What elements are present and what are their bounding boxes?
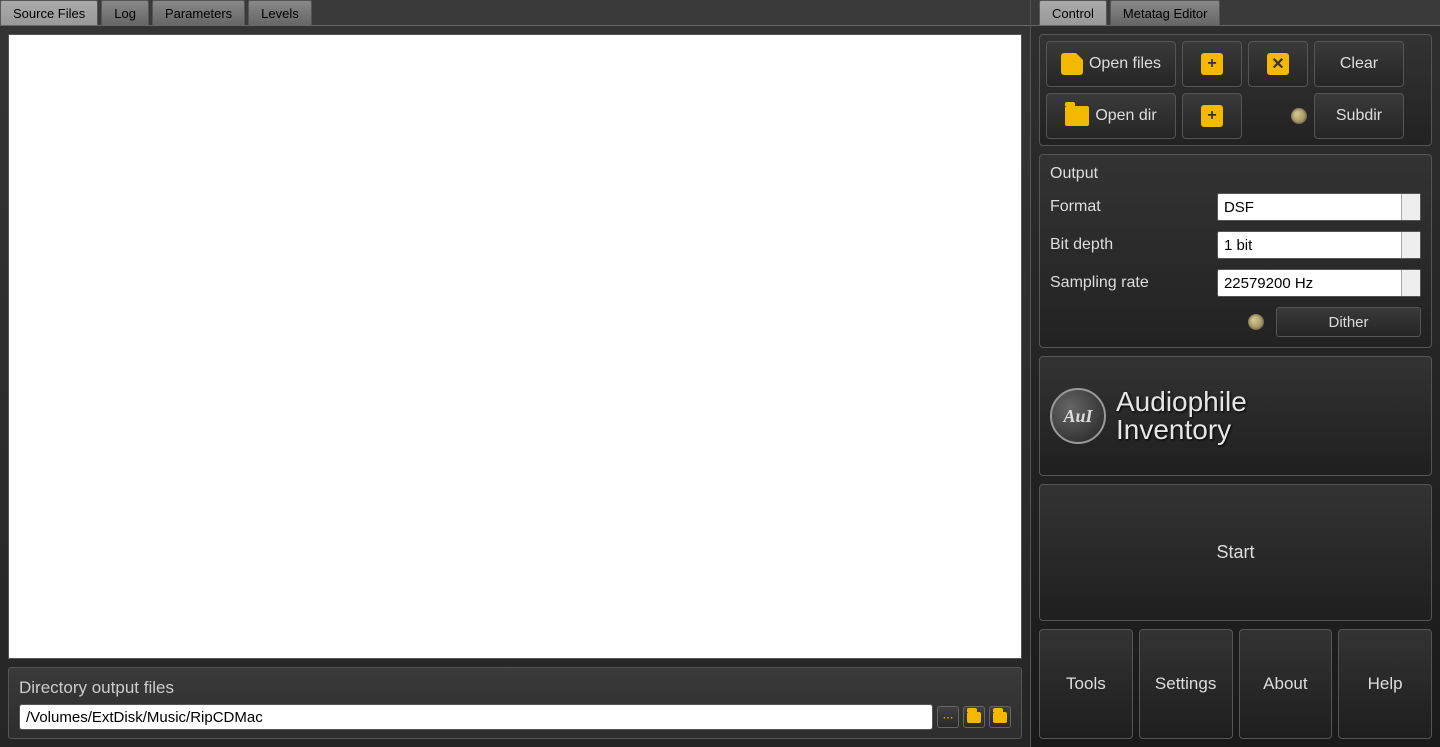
tab-control[interactable]: Control	[1039, 0, 1107, 25]
brand-badge-icon: AuI	[1050, 388, 1106, 444]
subdir-led-cell	[1248, 93, 1308, 139]
open-files-button[interactable]: Open files	[1046, 41, 1176, 87]
dither-button[interactable]: Dither	[1276, 307, 1421, 337]
format-select[interactable]: DSF	[1217, 193, 1421, 221]
about-button[interactable]: About	[1239, 629, 1333, 739]
bit-depth-label: Bit depth	[1050, 236, 1217, 254]
add-dir-button[interactable]: +	[1182, 93, 1242, 139]
tab-metatag-editor[interactable]: Metatag Editor	[1110, 0, 1221, 25]
format-label: Format	[1050, 198, 1217, 216]
left-tab-bar: Source Files Log Parameters Levels	[0, 0, 1030, 26]
tab-log[interactable]: Log	[101, 0, 149, 25]
folder-icon	[967, 712, 981, 723]
subdir-led-icon	[1291, 108, 1307, 124]
tab-levels[interactable]: Levels	[248, 0, 312, 25]
output-settings-box: Output Format DSF Bit depth 1 bit Sampli…	[1039, 154, 1432, 348]
tools-button[interactable]: Tools	[1039, 629, 1133, 739]
browse-folder-2-icon[interactable]	[989, 706, 1011, 728]
tab-parameters[interactable]: Parameters	[152, 0, 245, 25]
folder-icon	[1065, 106, 1089, 126]
output-directory-input[interactable]	[19, 704, 933, 730]
right-tab-bar: Control Metatag Editor	[1031, 0, 1440, 26]
folder-plus-icon: +	[1201, 105, 1223, 127]
browse-folder-icon[interactable]	[963, 706, 985, 728]
folder-icon	[993, 712, 1007, 723]
tab-source-files[interactable]: Source Files	[0, 0, 98, 25]
brand-text: Audiophile Inventory	[1116, 388, 1247, 444]
right-panel: Control Metatag Editor Open files + ✕ Cl…	[1030, 0, 1440, 747]
open-dir-label: Open dir	[1095, 107, 1156, 125]
output-directory-row: ⋯	[19, 704, 1011, 730]
start-button[interactable]: Start	[1039, 484, 1432, 621]
bottom-button-row: Tools Settings About Help	[1039, 629, 1432, 739]
output-directory-section: Directory output files ⋯	[8, 667, 1022, 739]
settings-button[interactable]: Settings	[1139, 629, 1233, 739]
help-button[interactable]: Help	[1338, 629, 1432, 739]
remove-files-button[interactable]: ✕	[1248, 41, 1308, 87]
sampling-rate-label: Sampling rate	[1050, 274, 1217, 292]
open-dir-button[interactable]: Open dir	[1046, 93, 1176, 139]
clear-label: Clear	[1340, 55, 1378, 73]
sampling-rate-select[interactable]: 22579200 Hz	[1217, 269, 1421, 297]
brand-line1: Audiophile	[1116, 388, 1247, 416]
output-directory-label: Directory output files	[19, 678, 1011, 698]
left-panel: Source Files Log Parameters Levels Direc…	[0, 0, 1030, 747]
subdir-label: Subdir	[1336, 107, 1382, 125]
file-icon	[1061, 53, 1083, 75]
bit-depth-select[interactable]: 1 bit	[1217, 231, 1421, 259]
dither-led-icon	[1248, 314, 1264, 330]
subdir-button[interactable]: Subdir	[1314, 93, 1404, 139]
source-files-canvas[interactable]	[8, 34, 1022, 659]
control-button-grid: Open files + ✕ Clear Open dir +	[1039, 34, 1432, 146]
add-files-button[interactable]: +	[1182, 41, 1242, 87]
plus-icon: +	[1201, 53, 1223, 75]
brand-line2: Inventory	[1116, 416, 1247, 444]
x-icon: ✕	[1267, 53, 1289, 75]
open-files-label: Open files	[1089, 55, 1161, 73]
clear-button[interactable]: Clear	[1314, 41, 1404, 87]
browse-dots-icon[interactable]: ⋯	[937, 706, 959, 728]
output-title: Output	[1050, 165, 1421, 183]
brand-logo-box: AuI Audiophile Inventory	[1039, 356, 1432, 476]
